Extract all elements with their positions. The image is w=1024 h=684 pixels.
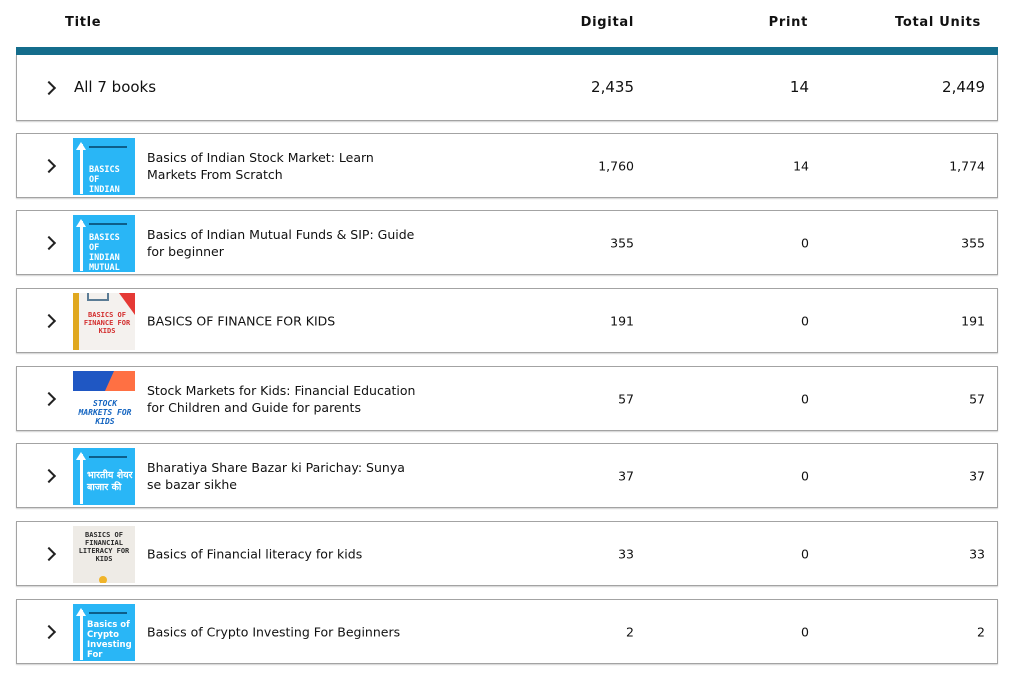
summary-digital: 2,435 [591,78,634,96]
book-total: 1,774 [949,158,985,173]
table-row[interactable]: BASICS OF INDIAN MUTUAL FUNDS & Basics o… [16,210,998,275]
table-row[interactable]: BASICS OF FINANCE FOR KIDS BASICS OF FIN… [16,288,998,353]
book-total: 191 [961,313,985,328]
book-print: 14 [793,158,809,173]
summary-label: All 7 books [74,78,157,96]
book-total: 2 [977,624,985,639]
book-title[interactable]: BASICS OF FINANCE FOR KIDS [147,312,417,329]
column-header-total-units[interactable]: Total Units [895,15,981,30]
book-digital: 355 [610,235,634,250]
book-total: 37 [969,468,985,483]
summary-row[interactable]: All 7 books 2,435 14 2,449 [16,55,998,121]
book-total: 33 [969,546,985,561]
up-arrow-icon [76,219,86,271]
column-header-print[interactable]: Print [769,15,808,30]
table-row[interactable]: BASICS OF INDIAN STOCK Basics of Indian … [16,133,998,198]
book-print: 0 [801,235,809,250]
book-cover-image: BASICS OF INDIAN MUTUAL FUNDS & [73,215,135,272]
book-title[interactable]: Bharatiya Share Bazar ki Parichay: Sunya… [147,459,417,493]
book-print: 0 [801,391,809,406]
book-digital: 57 [618,391,634,406]
book-cover-image: भारतीय शेयर बाजार की [73,448,135,505]
chevron-right-icon[interactable] [41,313,57,328]
book-digital: 2 [626,624,634,639]
table-row[interactable]: Basics of Crypto Investing For Basics of… [16,599,998,664]
up-arrow-icon [76,452,86,504]
chevron-right-icon[interactable] [41,391,57,406]
book-title[interactable]: Basics of Indian Mutual Funds & SIP: Gui… [147,226,417,260]
book-digital: 191 [610,313,634,328]
chevron-right-icon[interactable] [41,235,57,250]
book-digital: 1,760 [598,158,634,173]
book-cover-image: BASICS OF FINANCIAL LITERACY FOR KIDS [73,526,135,583]
up-arrow-icon [76,608,86,660]
chevron-right-icon[interactable] [41,158,57,173]
book-cover-image: Basics of Crypto Investing For [73,604,135,661]
table-row[interactable]: STOCK MARKETS FOR KIDS Stock Markets for… [16,366,998,431]
book-digital: 37 [618,468,634,483]
book-print: 0 [801,624,809,639]
chevron-right-icon[interactable] [41,624,57,639]
book-print: 0 [801,313,809,328]
summary-print: 14 [789,78,809,96]
book-digital: 33 [618,546,634,561]
book-total: 355 [961,235,985,250]
chevron-right-icon[interactable] [41,546,57,561]
chevron-right-icon[interactable] [41,80,57,95]
summary-total: 2,449 [942,78,985,96]
table-row[interactable]: भारतीय शेयर बाजार की Bharatiya Share Baz… [16,443,998,508]
book-title[interactable]: Basics of Financial literacy for kids [147,545,417,562]
column-header-digital[interactable]: Digital [581,15,634,30]
header-accent-bar [16,47,998,55]
book-title[interactable]: Stock Markets for Kids: Financial Educat… [147,382,417,416]
book-cover-image: BASICS OF INDIAN STOCK [73,138,135,195]
column-header-title[interactable]: Title [65,15,101,30]
book-print: 0 [801,468,809,483]
chevron-right-icon[interactable] [41,468,57,483]
book-title[interactable]: Basics of Indian Stock Market: Learn Mar… [147,149,417,183]
up-arrow-icon [76,142,86,194]
book-cover-image: STOCK MARKETS FOR KIDS [73,371,135,428]
book-total: 57 [969,391,985,406]
book-cover-image: BASICS OF FINANCE FOR KIDS [73,293,135,350]
book-print: 0 [801,546,809,561]
table-row[interactable]: BASICS OF FINANCIAL LITERACY FOR KIDS Ba… [16,521,998,586]
table-header: Title Digital Print Total Units [16,0,998,46]
book-title[interactable]: Basics of Crypto Investing For Beginners [147,623,417,640]
